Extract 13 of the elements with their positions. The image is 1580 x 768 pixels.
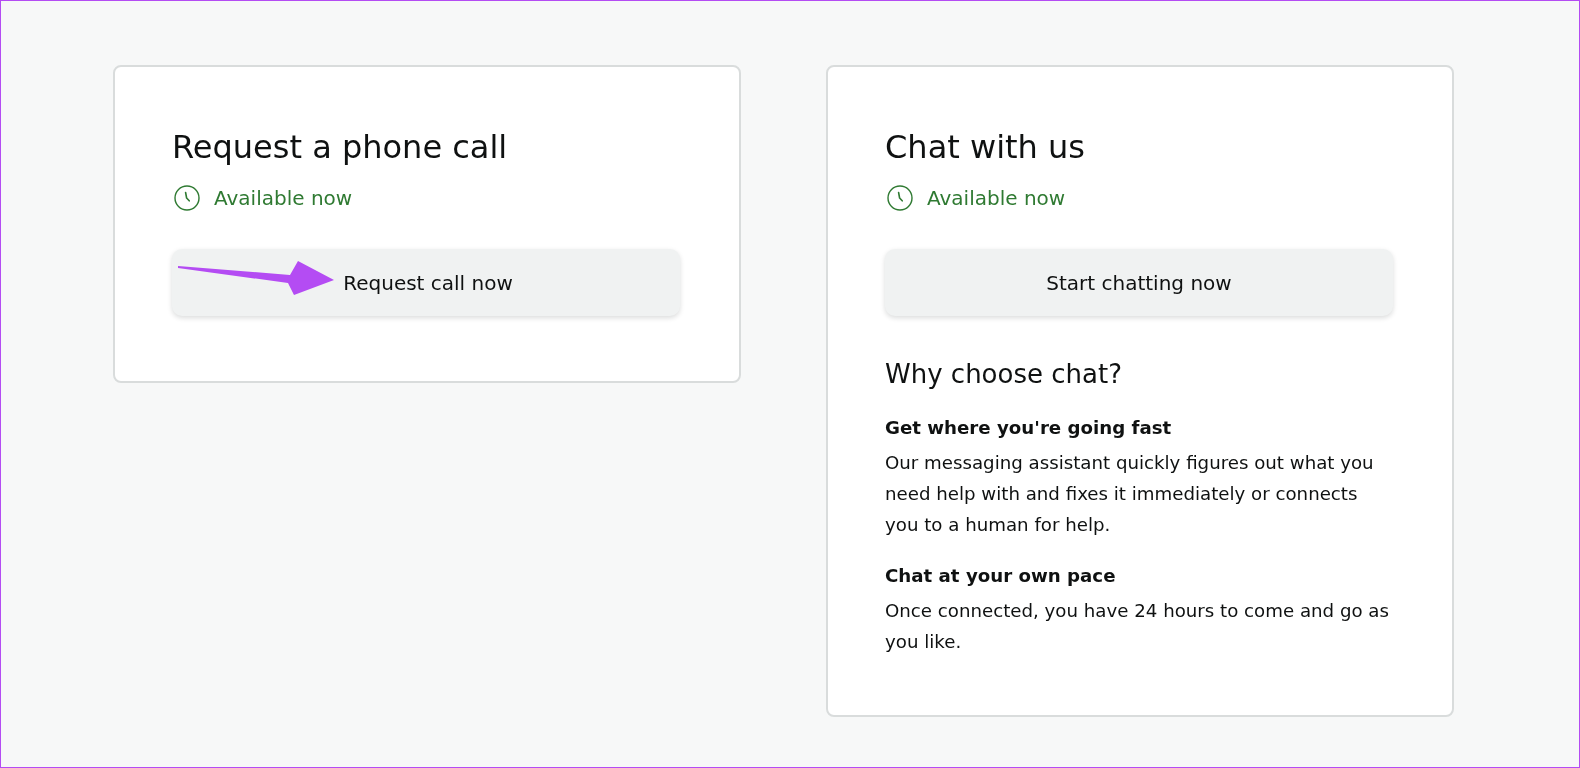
benefit-description: Our messaging assistant quickly figures out what you need help with and fixes it immediately or connects you to a human for help. — [885, 451, 1375, 537]
clock-icon — [174, 185, 200, 211]
clock-icon — [887, 185, 913, 211]
card-title: Request a phone call — [172, 127, 509, 167]
card-title: Chat with us — [885, 127, 1086, 167]
section-title: Why choose chat? — [885, 358, 1123, 391]
benefit-description: Once connected, you have 24 hours to come and go as you like. — [885, 599, 1390, 654]
availability-status: Available now — [927, 185, 1066, 212]
availability-status: Available now — [214, 185, 353, 212]
action-button[interactable]: Start chatting now — [885, 249, 1393, 316]
benefit-heading: Get where you're going fast — [885, 416, 1173, 440]
benefit-heading: Chat at your own pace — [885, 564, 1117, 588]
action-button[interactable]: Request call now — [172, 249, 680, 316]
